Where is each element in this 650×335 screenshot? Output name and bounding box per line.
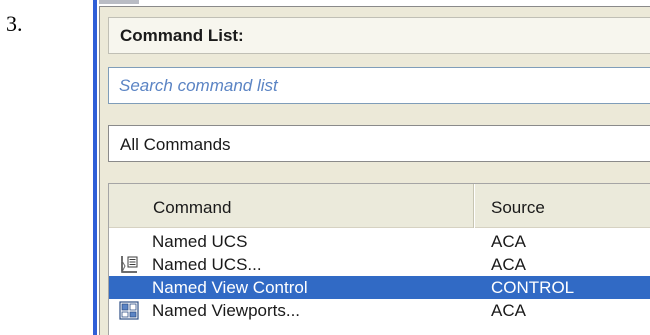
row-source: ACA <box>491 301 526 320</box>
filter-selected-value: All Commands <box>120 135 231 154</box>
row-command-name: Named UCS <box>152 232 248 251</box>
window-edge <box>93 0 97 335</box>
search-input[interactable] <box>109 68 650 103</box>
row-command-name: Named View Control <box>152 278 308 297</box>
panel-header: Command List: <box>108 17 650 54</box>
list-row-named-ucs-dialog[interactable]: Named UCS... ACA <box>109 253 650 276</box>
row-source: ACA <box>491 255 526 274</box>
column-header-label: Source <box>491 198 545 217</box>
row-source: CONTROL <box>491 278 575 297</box>
screenshot-root: 3. Command List: All Commands Command So… <box>0 0 650 335</box>
column-header-label: Command <box>153 198 232 217</box>
row-source: ACA <box>491 232 526 251</box>
step-number: 3. <box>6 11 23 36</box>
list-row-named-viewports[interactable]: Named Viewports... ACA <box>109 299 650 322</box>
ucs-icon <box>119 255 139 274</box>
command-list[interactable]: Command Source Named UCS ACA Named UCS..… <box>108 183 650 335</box>
list-header: Command Source <box>109 184 650 228</box>
command-list-panel: Command List: All Commands Command Sourc… <box>99 6 650 335</box>
viewports-icon <box>119 301 139 320</box>
row-command-name: Named UCS... <box>152 255 262 274</box>
toolbar-fragment <box>99 0 139 4</box>
command-filter-dropdown[interactable]: All Commands <box>108 125 650 162</box>
list-row-named-view-control[interactable]: Named View Control CONTROL <box>109 276 650 299</box>
row-command-name: Named Viewports... <box>152 301 301 320</box>
search-box[interactable] <box>108 67 650 104</box>
list-row-named-ucs[interactable]: Named UCS ACA <box>109 230 650 253</box>
column-header-command[interactable]: Command <box>109 184 474 228</box>
panel-title: Command List: <box>120 26 244 45</box>
column-header-source[interactable]: Source <box>474 184 650 228</box>
